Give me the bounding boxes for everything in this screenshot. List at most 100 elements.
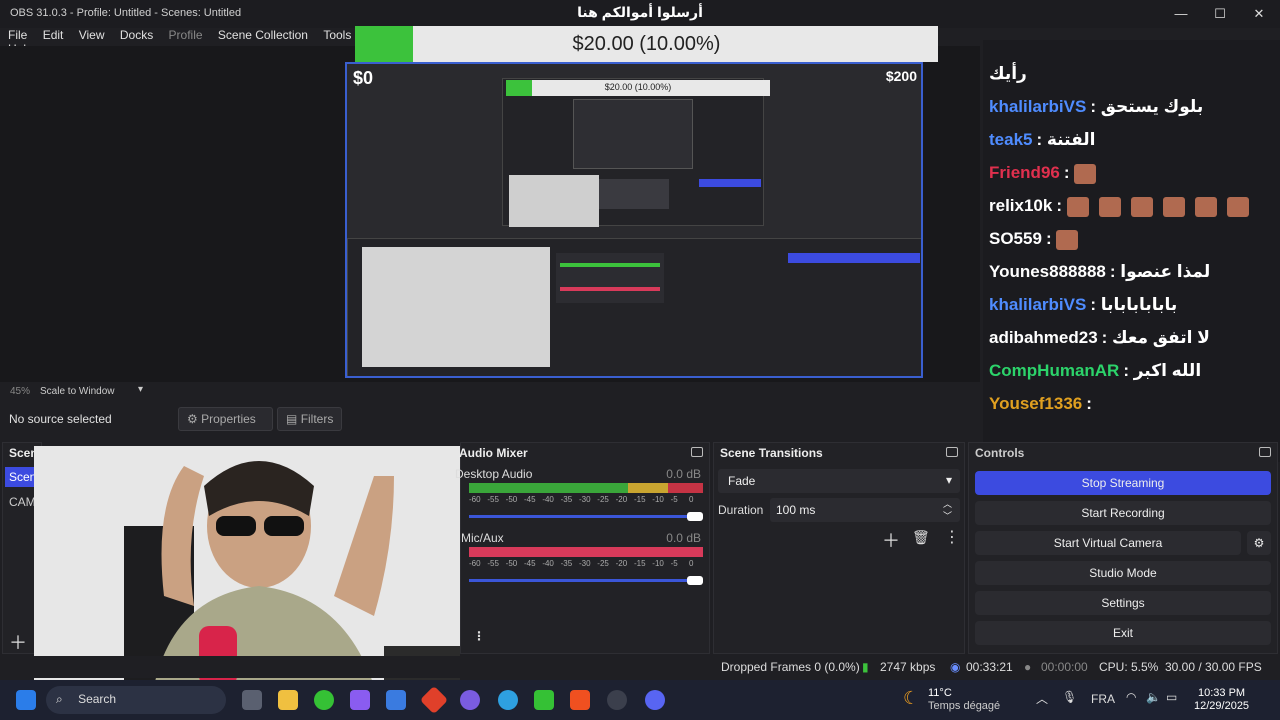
trash-icon[interactable]: 🗑 bbox=[912, 529, 930, 546]
menu-docks[interactable]: Docks bbox=[120, 28, 153, 42]
battery-icon[interactable]: ▭ bbox=[1166, 690, 1177, 704]
duration-value: 100 ms bbox=[776, 503, 816, 517]
volume-icon[interactable]: 🔈 bbox=[1146, 690, 1161, 704]
desktop-audio-slider[interactable] bbox=[469, 512, 703, 521]
nested-goal-text: $20.00 (10.00%) bbox=[604, 82, 672, 92]
mic-aux-db: 0.0 dB bbox=[666, 531, 701, 545]
chat-emote-icon bbox=[1226, 196, 1249, 217]
audio-mixer-dock: Audio Mixer Desktop Audio 0.0 dB -60 -55-… bbox=[455, 442, 710, 654]
menu-scene-collection[interactable]: Scene Collection bbox=[218, 28, 308, 42]
clock-date[interactable]: 12/29/2025 bbox=[1194, 700, 1249, 712]
clock-time[interactable]: 10:33 PM bbox=[1198, 687, 1245, 699]
xbox-icon[interactable] bbox=[314, 690, 334, 710]
status-bar: Dropped Frames 0 (0.0%) ▮ 2747 kbps ◉ 00… bbox=[0, 656, 1280, 678]
kebab-menu-icon[interactable]: ⋮ bbox=[473, 629, 485, 643]
scale-tick-label: -50 bbox=[505, 495, 518, 504]
scale-tick-label: -45 bbox=[523, 495, 536, 504]
start-virtual-camera-button[interactable]: Start Virtual Camera bbox=[975, 531, 1241, 555]
close-button[interactable]: ✕ bbox=[1244, 4, 1274, 24]
donation-call-title: أرسلوا أموالكم هنا bbox=[577, 4, 703, 20]
scale-tick-label: -10 bbox=[652, 495, 664, 504]
minimize-button[interactable]: — bbox=[1166, 4, 1196, 24]
add-transition-icon[interactable]: ＋ bbox=[882, 527, 900, 553]
mic-aux-slider[interactable] bbox=[469, 576, 703, 585]
nested-stream-btn bbox=[699, 179, 761, 187]
scale-tick-label: -40 bbox=[542, 559, 554, 568]
scale-tick-label: -35 bbox=[560, 559, 573, 568]
scale-tick-label: 0 bbox=[688, 495, 694, 504]
menu-profile[interactable]: Profile bbox=[169, 28, 203, 42]
preview-canvas[interactable]: $0 $200 $20.00 (10.00%) bbox=[345, 62, 923, 378]
nested-stop-streaming bbox=[788, 253, 920, 263]
scale-tick-label: -30 bbox=[578, 559, 591, 568]
menu-view[interactable]: View bbox=[79, 28, 105, 42]
undock-icon[interactable] bbox=[946, 447, 958, 457]
start-recording-button[interactable]: Start Recording bbox=[975, 501, 1271, 525]
webcam-overlay bbox=[34, 446, 460, 686]
properties-button[interactable]: ⚙ Properties bbox=[178, 407, 273, 431]
task-view-icon[interactable] bbox=[242, 690, 262, 710]
chat-separator: : bbox=[1101, 328, 1113, 347]
discord-icon[interactable] bbox=[645, 690, 665, 710]
exit-button[interactable]: Exit bbox=[975, 621, 1271, 645]
scale-tick-label: -10 bbox=[652, 559, 664, 568]
scale-tick-label: 0 bbox=[688, 559, 694, 568]
copilot-icon[interactable] bbox=[350, 690, 370, 710]
transition-select[interactable]: Fade ▾ bbox=[718, 469, 960, 493]
rec-time: 00:00:00 bbox=[1041, 660, 1088, 674]
chat-username: adibahmed23 bbox=[989, 328, 1098, 347]
add-scene-icon[interactable]: ＋ bbox=[9, 629, 27, 655]
scale-tick-label: -25 bbox=[597, 559, 609, 568]
title-bar: OBS 31.0.3 - Profile: Untitled - Scenes:… bbox=[0, 0, 1280, 28]
signal-icon: ▮ bbox=[862, 660, 869, 674]
obs-icon[interactable] bbox=[607, 690, 627, 710]
chat-emote-icon bbox=[1098, 196, 1121, 217]
chat-emote-icon bbox=[1162, 196, 1185, 217]
chevron-up-icon[interactable]: ︿ bbox=[1036, 690, 1048, 707]
language-indicator[interactable]: FRA bbox=[1091, 692, 1115, 706]
store-icon[interactable] bbox=[386, 690, 406, 710]
chat-message: CompHumanAR: الله اكبر bbox=[989, 361, 1274, 381]
chat-text: الله اكبر bbox=[1133, 361, 1202, 380]
virtual-camera-settings-button[interactable]: ⚙ bbox=[1247, 531, 1271, 555]
app-icon-purple[interactable] bbox=[460, 690, 480, 710]
filters-button[interactable]: ▤ Filters bbox=[277, 407, 342, 431]
menu-edit[interactable]: Edit bbox=[43, 28, 64, 42]
duration-input[interactable]: 100 ms ︿ ﹀ bbox=[770, 498, 960, 522]
undock-icon[interactable] bbox=[691, 447, 703, 457]
studio-mode-button[interactable]: Studio Mode bbox=[975, 561, 1271, 585]
stepper-icon[interactable]: ︿ ﹀ bbox=[943, 498, 952, 522]
chevron-down-icon[interactable]: ▾ bbox=[138, 384, 143, 395]
scale-tick-label: -5 bbox=[670, 495, 678, 504]
scene-item-cam[interactable]: CAM bbox=[9, 495, 36, 509]
chat-message: adibahmed23: لا اتفق معك bbox=[989, 328, 1274, 348]
maximize-button[interactable]: ☐ bbox=[1205, 4, 1235, 24]
scale-mode[interactable]: Scale to Window bbox=[40, 386, 114, 397]
taskbar-search[interactable]: ⌕ Search bbox=[46, 686, 226, 714]
app-icon-red[interactable] bbox=[419, 685, 449, 715]
menu-tools[interactable]: Tools bbox=[323, 28, 351, 42]
chat-message: relix10k: bbox=[989, 196, 1274, 217]
stop-streaming-button[interactable]: Stop Streaming bbox=[975, 471, 1271, 495]
live-icon: ◉ bbox=[950, 660, 961, 674]
gear-icon: ⚙ bbox=[1253, 536, 1265, 550]
app-icon-green[interactable] bbox=[534, 690, 554, 710]
wifi-icon[interactable]: ◠ bbox=[1126, 690, 1136, 704]
brave-icon[interactable] bbox=[570, 690, 590, 710]
undock-icon[interactable] bbox=[1259, 447, 1271, 457]
fps: 30.00 / 30.00 FPS bbox=[1165, 660, 1262, 674]
chat-username: SO559 bbox=[989, 229, 1042, 248]
browser-icon[interactable] bbox=[498, 690, 518, 710]
windows-start-icon[interactable] bbox=[16, 690, 36, 710]
chevron-down-icon: ▾ bbox=[945, 473, 952, 487]
taskbar-search-label: Search bbox=[78, 692, 117, 706]
kebab-menu-icon[interactable]: ⋮ bbox=[944, 527, 960, 547]
chat-emote-icon bbox=[1056, 229, 1079, 250]
settings-button[interactable]: Settings bbox=[975, 591, 1271, 615]
menu-file[interactable]: File bbox=[8, 28, 27, 42]
source-toolbar: No source selected ⚙ Properties ▤ Filter… bbox=[0, 404, 980, 434]
nested-mixer bbox=[599, 179, 669, 209]
microphone-icon[interactable]: 🎙 bbox=[1062, 690, 1077, 704]
nested-audio-mixer bbox=[556, 253, 664, 303]
file-explorer-icon[interactable] bbox=[278, 690, 298, 710]
